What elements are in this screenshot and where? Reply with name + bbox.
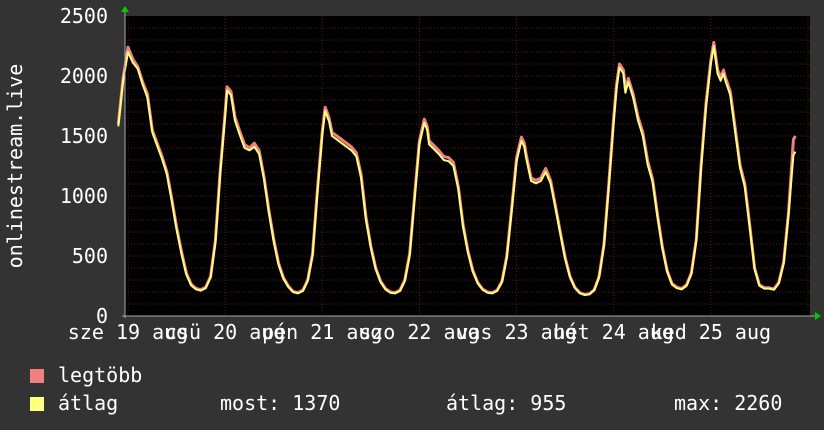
stat-max: max: 2260 xyxy=(674,391,783,415)
plot-area xyxy=(125,16,810,316)
legend-swatch-max xyxy=(30,369,44,383)
legend-swatch-avg xyxy=(30,397,44,411)
x-axis-ticks: sze 19 augcsü 20 augpén 21 augszo 22 aug… xyxy=(68,320,771,344)
y-axis-arrow xyxy=(121,6,129,12)
legend-label-max: legtöbb xyxy=(58,363,143,387)
legend-label-avg: átlag xyxy=(58,391,119,415)
stat-average: átlag: 955 xyxy=(446,391,567,415)
stat-now: most: 1370 xyxy=(220,391,341,415)
line-chart: 05001000150020002500 sze 19 augcsü 20 au… xyxy=(3,4,821,344)
y-axis-ticks: 05001000150020002500 xyxy=(60,4,108,328)
legend-item-max: legtöbb xyxy=(30,362,142,388)
y-tick-label: 1000 xyxy=(60,184,108,208)
y-tick-label: 2000 xyxy=(60,64,108,88)
legend-item-avg: átlag xyxy=(30,390,118,416)
x-axis-arrow xyxy=(815,312,821,320)
y-tick-label: 1500 xyxy=(60,124,108,148)
y-tick-label: 2500 xyxy=(60,4,108,28)
y-tick-label: 500 xyxy=(72,244,108,268)
y-axis-label: onlinestream.live xyxy=(3,64,27,269)
x-tick-label: ked 25 aug xyxy=(651,320,771,344)
